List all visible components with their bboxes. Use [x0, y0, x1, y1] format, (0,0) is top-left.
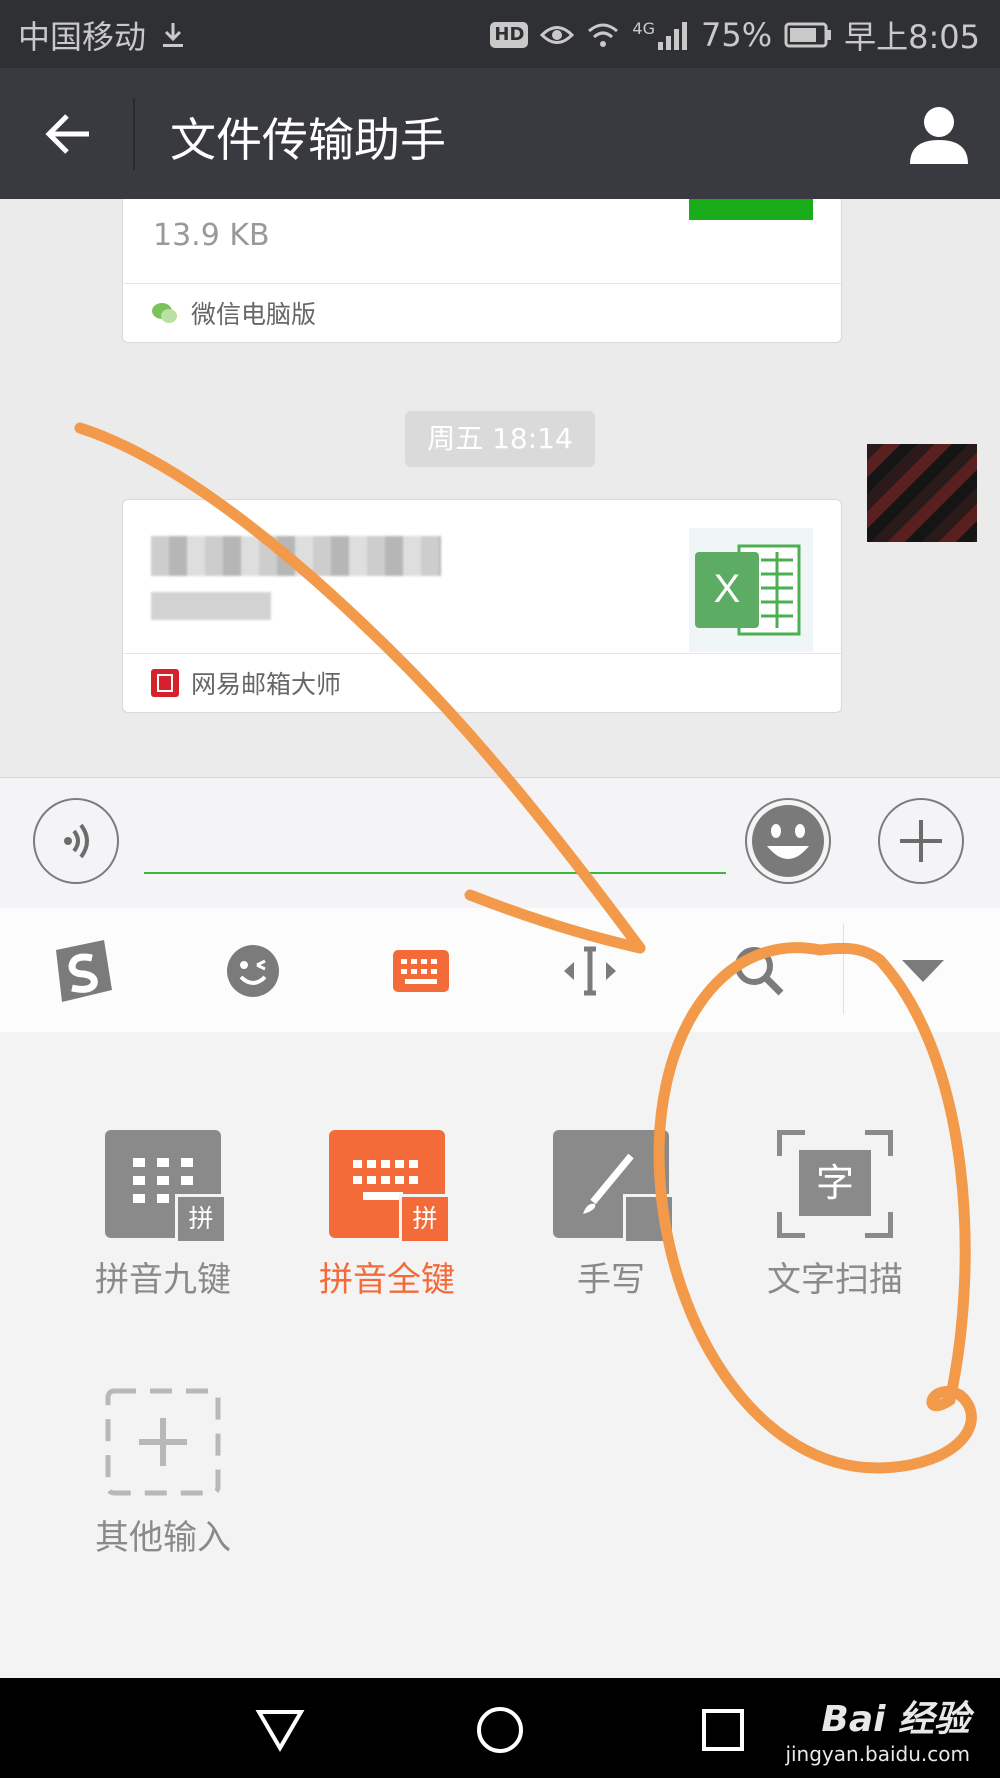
handwriting-icon [553, 1130, 675, 1244]
square-recents-icon [702, 1709, 744, 1751]
nav-recents-button[interactable] [693, 1700, 753, 1760]
add-input-icon [105, 1388, 221, 1496]
source-label: 微信电脑版 [191, 300, 317, 329]
signal-icon [658, 22, 687, 50]
collapse-keyboard-button[interactable] [888, 936, 958, 1006]
battery-percent: 75% [701, 16, 773, 54]
carrier-label: 中国移动 [18, 18, 147, 56]
chat-area[interactable]: 13.9 KB 微信电脑版 周五 18:14 X 网易邮箱大师 [0, 199, 1000, 777]
toolbar-divider [843, 924, 844, 1014]
pinyin-badge: 拼 [175, 1194, 227, 1244]
handwriting-badge [623, 1194, 675, 1244]
voice-icon [64, 823, 89, 859]
message-source-bar: 网易邮箱大师 [123, 653, 841, 712]
arrow-left-icon [45, 114, 89, 154]
plus-icon [900, 820, 942, 862]
mode-pinyin-9key[interactable]: 拼 拼音九键 [63, 1130, 263, 1301]
person-icon [910, 107, 968, 164]
mode-label: 拼音九键 [95, 1260, 231, 1300]
voice-button[interactable] [33, 798, 119, 884]
watermark-brand: Bai 经验 [821, 1699, 970, 1740]
mode-label: 手写 [577, 1260, 645, 1300]
keyboard-toolbar [0, 908, 1000, 1033]
triangle-down-icon [902, 960, 944, 982]
wechat-icon [152, 303, 177, 323]
emoji-panel-button[interactable] [218, 936, 288, 1006]
mode-pinyin-full[interactable]: 拼 拼音全键 [287, 1130, 487, 1301]
file-message-2[interactable]: X 网易邮箱大师 [122, 499, 842, 713]
source-label: 网易邮箱大师 [191, 670, 342, 699]
mode-text-scan[interactable]: 字 文字扫描 [735, 1129, 935, 1301]
pinyin-badge: 拼 [399, 1194, 451, 1244]
text-scan-icon: 字 [776, 1129, 894, 1239]
file-size: 13.9 KB [153, 218, 270, 253]
input-mode-panel: 拼 拼音九键 拼 拼音全键 手写 字 文字扫描 其他输入 [0, 1032, 1000, 1678]
hd-badge: HD [490, 22, 529, 48]
status-bar: 中国移动 HD 4G 75% 早上8:05 [0, 0, 1000, 68]
battery-icon [784, 22, 832, 48]
wifi-icon [588, 23, 619, 47]
input-bar [0, 777, 1000, 909]
keyboard-mode-button[interactable] [386, 936, 456, 1006]
mode-other-input[interactable]: 其他输入 [63, 1388, 263, 1559]
nav-back-button[interactable] [250, 1700, 310, 1760]
netease-mail-icon [151, 669, 179, 697]
download-icon [163, 23, 184, 47]
nav-home-button[interactable] [470, 1700, 530, 1760]
emoji-button[interactable] [745, 798, 831, 884]
mode-label: 其他输入 [95, 1518, 231, 1558]
smiley-icon [752, 805, 824, 877]
sogou-logo-button[interactable] [48, 936, 118, 1006]
more-button[interactable] [878, 798, 964, 884]
title-divider [133, 98, 135, 170]
message-input[interactable] [144, 808, 726, 874]
mode-handwriting[interactable]: 手写 [511, 1130, 711, 1301]
file-name-blurred [151, 536, 441, 576]
eye-icon [540, 26, 575, 44]
mode-label: 拼音全键 [319, 1260, 455, 1300]
triangle-back-icon [255, 1710, 305, 1752]
mode-label: 文字扫描 [767, 1260, 903, 1300]
message-source-bar: 微信电脑版 [123, 283, 841, 342]
file-message-1[interactable]: 13.9 KB 微信电脑版 [122, 199, 842, 343]
page-title: 文件传输助手 [170, 113, 446, 167]
search-icon [735, 947, 784, 996]
excel-icon: X [689, 528, 813, 652]
pinyin-9key-icon: 拼 [105, 1130, 227, 1244]
chat-info-button[interactable] [904, 100, 974, 170]
file-size-blurred [151, 592, 271, 620]
clock: 早上8:05 [844, 18, 980, 56]
sogou-icon [56, 940, 112, 1002]
svg-text:字: 字 [816, 1161, 854, 1205]
wink-face-icon [227, 945, 279, 997]
cursor-arrows-icon [564, 946, 616, 996]
pinyin-full-icon: 拼 [329, 1130, 451, 1244]
title-bar: 文件传输助手 [0, 68, 1000, 199]
watermark-url: jingyan.baidu.com [785, 1742, 970, 1766]
timestamp: 周五 18:14 [405, 411, 595, 467]
baidu-watermark: Bai 经验 jingyan.baidu.com [785, 1690, 970, 1766]
system-nav-bar: Bai 经验 jingyan.baidu.com [0, 1678, 1000, 1778]
circle-home-icon [477, 1707, 523, 1753]
keyboard-icon [393, 950, 449, 992]
user-avatar[interactable] [867, 444, 977, 542]
file-thumbnail [689, 199, 813, 220]
cursor-move-button[interactable] [555, 936, 625, 1006]
back-button[interactable] [30, 98, 106, 170]
svg-text:X: X [714, 567, 741, 611]
network-type: 4G [632, 18, 655, 38]
search-button[interactable] [724, 936, 794, 1006]
